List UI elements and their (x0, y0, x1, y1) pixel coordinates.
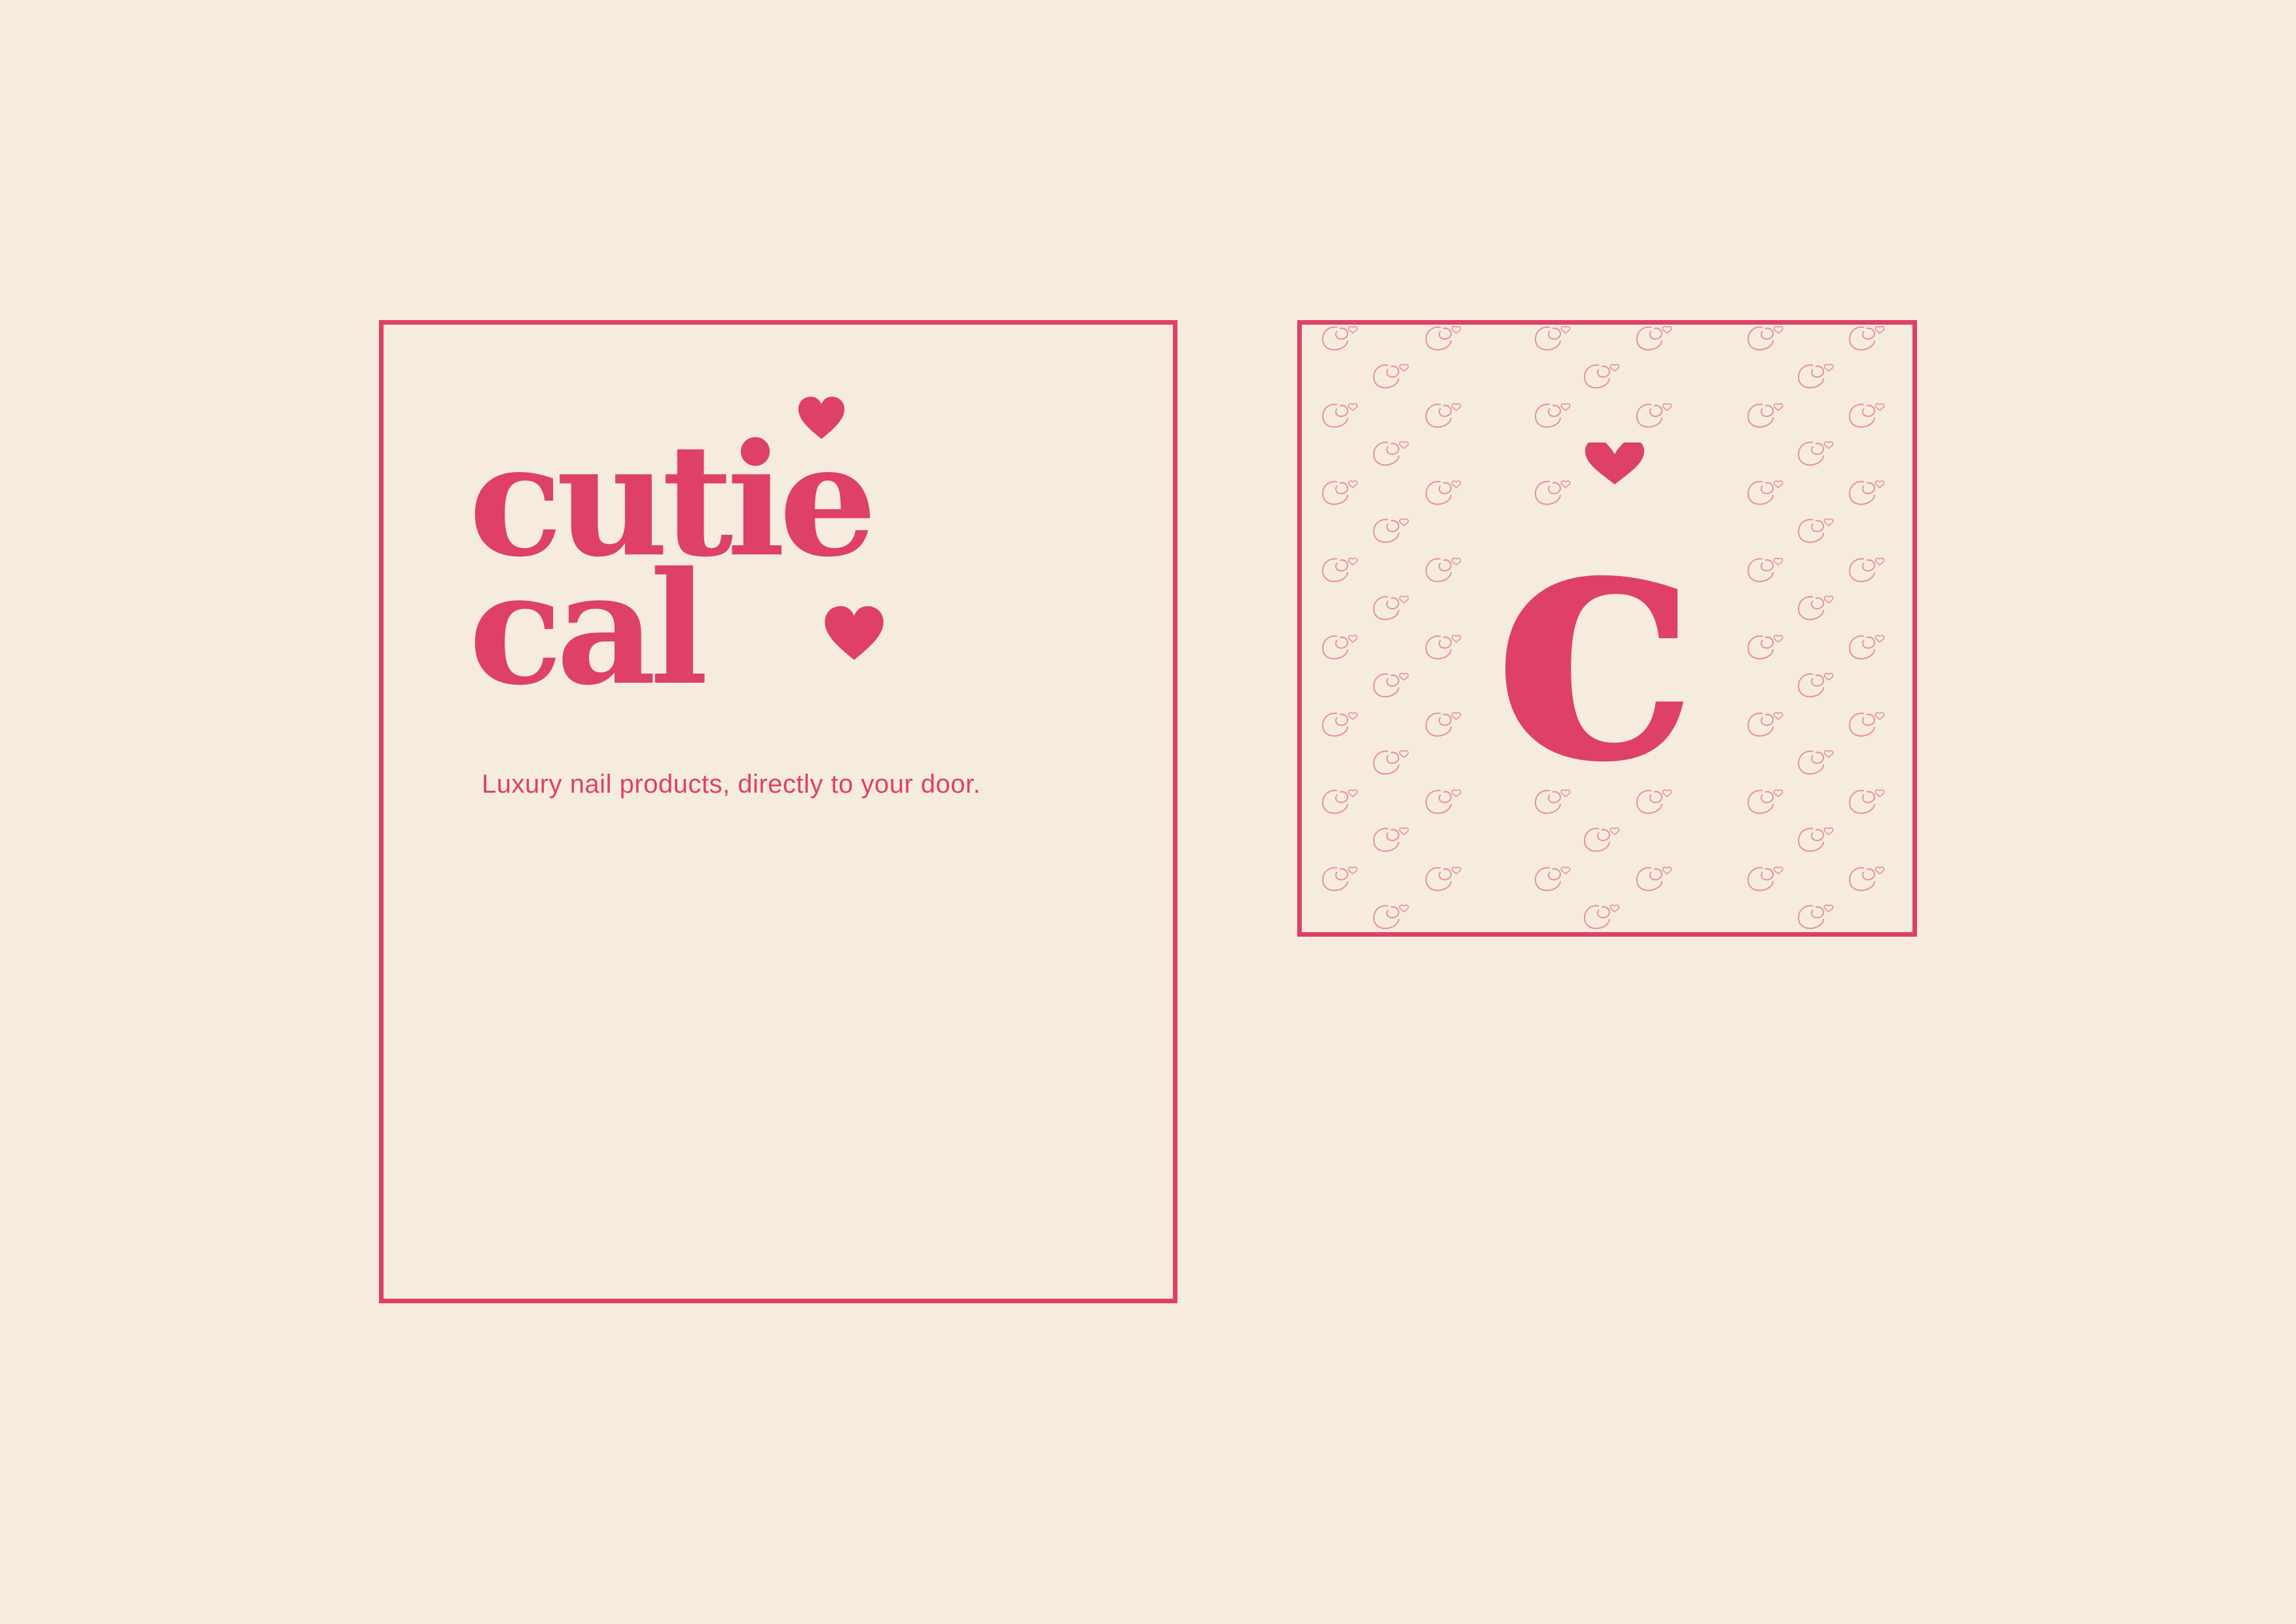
monogram-logo: c (1471, 442, 1719, 783)
logo-wordmark: cutie cal (469, 397, 1058, 724)
heart-icon (825, 606, 884, 660)
brand-name-line-2: cal (469, 537, 708, 719)
brand-card-wordmark: cutie cal Luxury nail products, directly… (379, 320, 1177, 1303)
monogram-letter: c (1492, 442, 1699, 783)
brand-card-monogram: c (1297, 320, 1917, 937)
tagline: Luxury nail products, directly to your d… (482, 770, 981, 799)
